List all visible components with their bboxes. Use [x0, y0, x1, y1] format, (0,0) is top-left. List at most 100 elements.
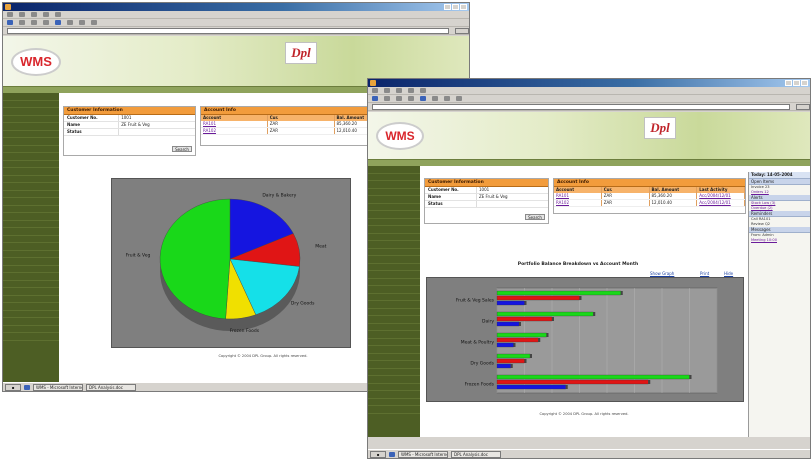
address-input[interactable]	[372, 103, 790, 110]
stop-icon[interactable]	[31, 20, 37, 25]
sidebar-item[interactable]	[368, 241, 420, 249]
sidebar-item[interactable]	[368, 211, 420, 219]
sidebar-item[interactable]	[368, 279, 420, 286]
bar[interactable]	[496, 379, 649, 385]
back-icon[interactable]	[372, 96, 378, 101]
sidebar-item[interactable]	[368, 219, 420, 226]
taskbar-item[interactable]: DPL Analysis.doc	[451, 450, 501, 458]
sidebar-item[interactable]	[3, 228, 59, 236]
bar[interactable]	[496, 290, 621, 296]
menu-file[interactable]	[372, 88, 378, 93]
sidebar-item[interactable]	[368, 166, 420, 174]
sidebar-item[interactable]	[3, 138, 59, 146]
close-button[interactable]	[460, 4, 467, 10]
table-cell[interactable]: RA102	[554, 200, 602, 206]
print-link[interactable]: Print	[700, 271, 709, 276]
bar[interactable]	[496, 363, 511, 369]
sidebar-item[interactable]	[3, 191, 59, 198]
sidebar-item[interactable]	[368, 391, 420, 399]
sidebar-item[interactable]	[368, 286, 420, 294]
minimize-button[interactable]	[444, 4, 451, 10]
sidebar-item[interactable]	[368, 256, 420, 264]
menu-view[interactable]	[31, 12, 37, 17]
address-input[interactable]	[7, 27, 449, 34]
sidebar-item[interactable]	[3, 108, 59, 116]
sidebar-item[interactable]	[368, 309, 420, 316]
start-button[interactable]: ▪	[5, 383, 21, 391]
field-value[interactable]	[476, 201, 548, 207]
go-button[interactable]	[796, 103, 810, 110]
sidebar-item[interactable]	[3, 131, 59, 138]
table-cell[interactable]: RA102	[201, 128, 268, 134]
hide-link[interactable]: Hide	[724, 271, 733, 276]
sidebar-item[interactable]	[368, 196, 420, 204]
taskbar-item[interactable]: WMS - Microsoft Internet...	[33, 383, 83, 391]
back-icon[interactable]	[7, 20, 13, 25]
sidebar-item[interactable]	[368, 399, 420, 406]
menu-file[interactable]	[7, 12, 13, 17]
sidebar-item[interactable]	[3, 266, 59, 273]
sidebar-item[interactable]	[3, 288, 59, 296]
sidebar-item[interactable]	[3, 273, 59, 281]
sidebar-item[interactable]	[368, 331, 420, 339]
field-value[interactable]	[118, 129, 195, 135]
quicklaunch-icon[interactable]	[24, 384, 30, 390]
sidebar-item[interactable]	[3, 221, 59, 228]
taskbar-item[interactable]: DPL Analysis.doc	[86, 383, 136, 391]
sidebar-item[interactable]	[3, 318, 59, 326]
sidebar-item[interactable]	[3, 258, 59, 266]
sidebar-item[interactable]	[368, 369, 420, 376]
forward-icon[interactable]	[19, 20, 25, 25]
sidebar-item[interactable]	[368, 234, 420, 241]
sidebar-item[interactable]	[3, 101, 59, 108]
field-value[interactable]: ZE Fruit & Veg	[476, 194, 548, 200]
section-line[interactable]: Meeting 10:00	[749, 238, 810, 243]
bar[interactable]	[496, 321, 520, 327]
sidebar-item[interactable]	[3, 251, 59, 258]
sidebar-item[interactable]	[3, 123, 59, 131]
sidebar-item[interactable]	[368, 324, 420, 331]
bar[interactable]	[496, 384, 566, 390]
sidebar-item[interactable]	[3, 168, 59, 176]
bar[interactable]	[496, 300, 525, 306]
minimize-button[interactable]	[785, 80, 792, 86]
sidebar-item[interactable]	[3, 146, 59, 153]
sidebar-item[interactable]	[368, 361, 420, 369]
taskbar-item[interactable]: WMS - Microsoft Internet...	[398, 450, 448, 458]
search-button[interactable]: Search	[525, 214, 545, 220]
sidebar-item[interactable]	[3, 303, 59, 311]
maximize-button[interactable]	[452, 4, 459, 10]
bar[interactable]	[496, 311, 594, 317]
search-icon[interactable]	[432, 96, 438, 101]
quicklaunch-icon[interactable]	[389, 451, 395, 457]
sidebar-item[interactable]	[3, 333, 59, 341]
sidebar-item[interactable]	[368, 189, 420, 196]
sidebar-item[interactable]	[3, 311, 59, 318]
title-bar[interactable]	[368, 79, 810, 87]
field-value[interactable]: 1001	[476, 187, 548, 193]
title-bar[interactable]	[3, 3, 469, 11]
table-row[interactable]: RA102 ZAR 12,010.40 Acc/2004/12/01	[554, 200, 745, 207]
field-value[interactable]: 1001	[118, 115, 195, 121]
sidebar-item[interactable]	[3, 243, 59, 251]
history-icon[interactable]	[91, 20, 97, 25]
sidebar-item[interactable]	[368, 354, 420, 361]
menu-edit[interactable]	[19, 12, 25, 17]
sidebar-item[interactable]	[368, 264, 420, 271]
menu-tools[interactable]	[420, 88, 426, 93]
sidebar-item[interactable]	[368, 316, 420, 324]
sidebar-item[interactable]	[3, 176, 59, 183]
sidebar-item[interactable]	[3, 116, 59, 123]
home-icon[interactable]	[420, 96, 426, 101]
bar[interactable]	[496, 342, 514, 348]
bar[interactable]	[496, 316, 553, 322]
menu-view[interactable]	[396, 88, 402, 93]
forward-icon[interactable]	[384, 96, 390, 101]
sidebar-item[interactable]	[3, 161, 59, 168]
sidebar-item[interactable]	[368, 301, 420, 309]
sidebar-item[interactable]	[368, 294, 420, 301]
table-cell[interactable]: RA101	[201, 121, 268, 127]
sidebar-item[interactable]	[3, 206, 59, 213]
close-button[interactable]	[801, 80, 808, 86]
bar[interactable]	[496, 374, 690, 380]
